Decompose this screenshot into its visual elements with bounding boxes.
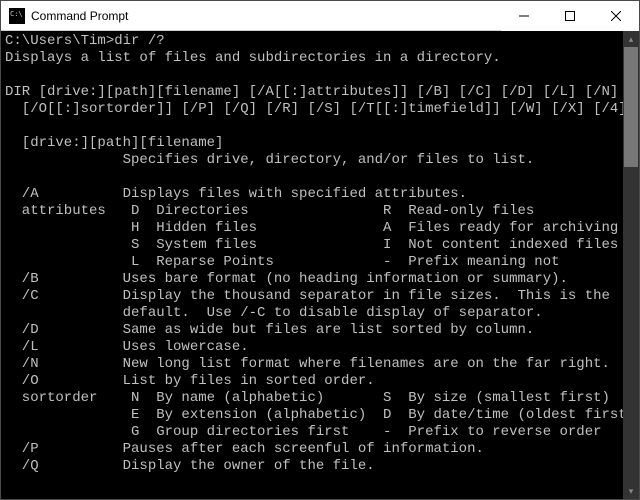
minimize-button[interactable]	[501, 1, 547, 31]
cmd-icon	[9, 8, 25, 24]
client-area: C:\Users\Tim>dir /? Displays a list of f…	[1, 31, 639, 499]
maximize-button[interactable]	[547, 1, 593, 31]
close-button[interactable]	[593, 1, 639, 31]
scroll-thumb[interactable]	[624, 47, 638, 167]
titlebar[interactable]: Command Prompt	[1, 1, 639, 31]
scroll-down-button[interactable]: ▾	[623, 483, 639, 499]
window-title: Command Prompt	[31, 9, 128, 23]
terminal-output[interactable]: C:\Users\Tim>dir /? Displays a list of f…	[1, 31, 623, 499]
command-prompt-window: Command Prompt C:\Users\Tim>dir /? Displ…	[0, 0, 640, 500]
scroll-up-button[interactable]: ▴	[623, 31, 639, 47]
vertical-scrollbar[interactable]: ▴ ▾	[623, 31, 639, 499]
